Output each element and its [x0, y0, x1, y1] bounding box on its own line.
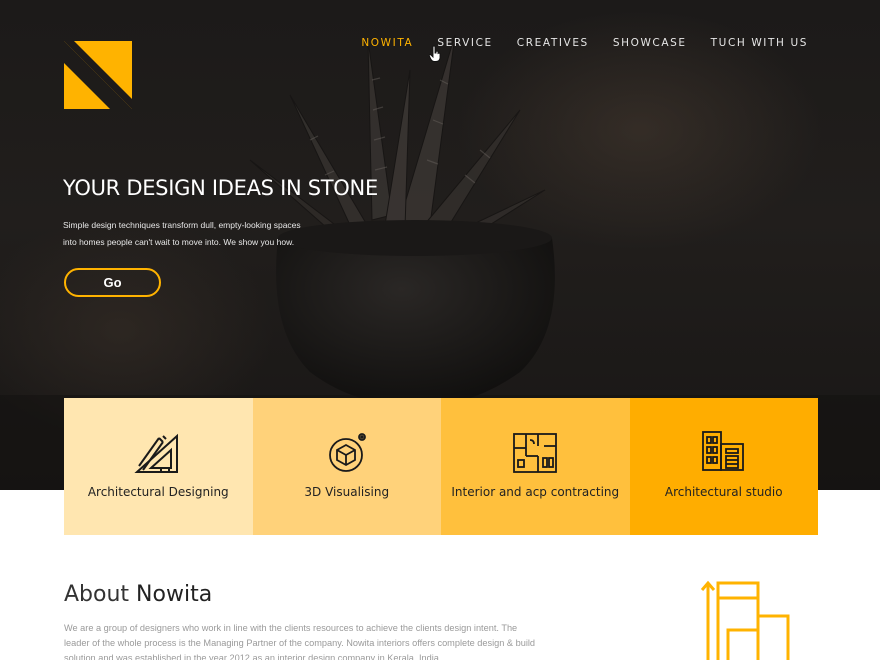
service-label: Architectural studio — [664, 485, 783, 499]
nav-item-nowita[interactable]: NOWITA — [349, 36, 425, 50]
nav-item-touch-with-us[interactable]: TUCH WITH US — [699, 36, 820, 50]
nav-item-showcase[interactable]: SHOWCASE — [601, 36, 699, 50]
service-card-interior-contracting[interactable]: Interior and acp contracting — [441, 398, 630, 535]
service-card-architectural-studio[interactable]: Architectural studio — [629, 398, 818, 535]
hero-title: YOUR DESIGN IDEAS IN STONE — [63, 176, 378, 200]
about-text: We are a group of designers who work in … — [64, 623, 536, 660]
about-title-brand: Nowita — [136, 582, 213, 607]
service-card-architectural-designing[interactable]: Architectural Designing — [64, 398, 253, 535]
building-height-illustration — [700, 580, 790, 660]
service-label: 3D Visualising — [304, 485, 390, 499]
nav-item-creatives[interactable]: CREATIVES — [505, 36, 601, 50]
hand-pointer-icon — [428, 45, 441, 62]
about-title-prefix: About — [64, 582, 130, 607]
nowita-logo[interactable] — [64, 41, 132, 109]
service-label: Architectural Designing — [87, 485, 229, 499]
buildings-icon — [701, 431, 744, 471]
service-card-3d-visualising[interactable]: 3D Visualising — [252, 398, 441, 535]
main-nav: NOWITA SERVICE CREATIVES SHOWCASE TUCH W… — [349, 36, 820, 50]
services-row: Architectural Designing 3D Visualising I… — [64, 398, 818, 535]
service-label: Interior and acp contracting — [451, 485, 620, 499]
drafting-tools-icon — [134, 433, 179, 473]
floor-plan-icon — [513, 433, 558, 473]
go-button[interactable]: Go — [64, 268, 161, 297]
about-title: About Nowita — [64, 582, 212, 607]
3d-cube-icon — [328, 433, 366, 472]
hero-subtitle: Simple design techniques transform dull,… — [63, 220, 301, 247]
